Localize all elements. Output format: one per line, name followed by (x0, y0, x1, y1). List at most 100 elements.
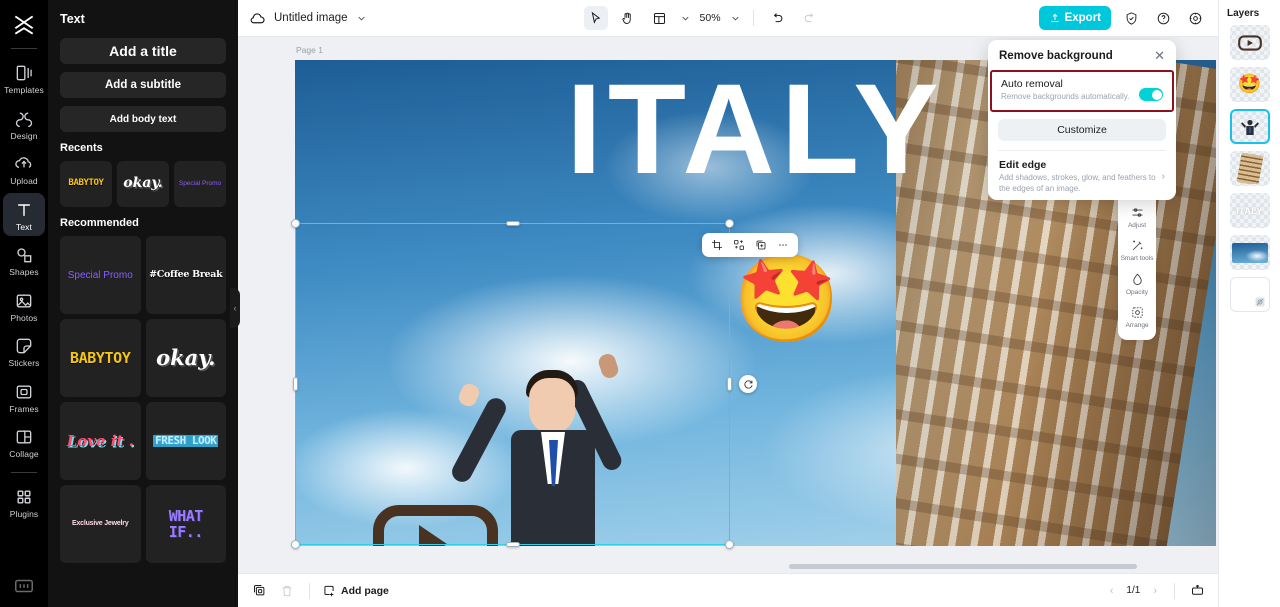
resize-handle-bottom-right[interactable] (725, 540, 734, 549)
crop-button[interactable] (707, 235, 727, 255)
resize-handle-top-right[interactable] (725, 219, 734, 228)
resize-handle-left[interactable] (293, 377, 298, 391)
add-page-button[interactable]: Add page (322, 584, 389, 598)
sky-background-layer[interactable] (1230, 235, 1270, 270)
recommended-text-preset-tile[interactable]: okay. (146, 319, 227, 397)
resize-handle-bottom[interactable] (506, 542, 520, 547)
zoom-chevron-down-icon[interactable] (730, 13, 741, 24)
sidebar-item-templates[interactable]: Templates (3, 56, 45, 100)
tower-photo-layer[interactable] (1230, 151, 1270, 186)
star-struck-emoji[interactable]: 🤩 (733, 256, 840, 342)
pages-button[interactable] (249, 581, 269, 601)
export-label: Export (1065, 12, 1101, 24)
sidebar-item-stickers[interactable]: Stickers (3, 329, 45, 373)
recommended-text-preset-tile[interactable]: Exclusive Jewelry (60, 485, 141, 563)
play-button-sticker-layer[interactable] (1230, 25, 1270, 60)
hidden-layer-icon (1254, 296, 1266, 308)
canvas-horizontal-scrollbar[interactable] (789, 564, 1137, 569)
edit-edge-row[interactable]: Edit edge Add shadows, strokes, glow, an… (988, 159, 1176, 195)
layout-chevron-down-icon[interactable] (680, 13, 691, 24)
sidebar-item-plugins[interactable]: Plugins (3, 480, 45, 524)
left-icon-rail: Templates Design Upload Text Shapes Phot… (0, 0, 48, 607)
settings-button[interactable] (1183, 6, 1207, 30)
resize-handle-top-left[interactable] (291, 219, 300, 228)
duplicate-button[interactable] (751, 235, 771, 255)
sidebar-item-label: Templates (4, 86, 44, 95)
keyboard-shortcuts-icon[interactable] (13, 575, 35, 597)
zoom-level-label[interactable]: 50% (699, 12, 722, 24)
undo-button[interactable] (766, 6, 790, 30)
recommended-text-preset-tile[interactable]: BABYTOY (60, 319, 141, 397)
recent-text-preset-tile[interactable]: okay. (117, 161, 169, 207)
smart-tools-wand-icon (1130, 238, 1145, 253)
resize-handle-bottom-left[interactable] (291, 540, 300, 549)
document-name[interactable]: Untitled image (274, 12, 348, 24)
upload-icon (14, 154, 34, 174)
person-photo-layer[interactable] (1230, 109, 1270, 144)
chevron-left-icon: ‹ (234, 303, 237, 313)
present-button[interactable] (1187, 581, 1207, 601)
sidebar-item-text[interactable]: Text (3, 193, 45, 237)
sidebar-item-upload[interactable]: Upload (3, 147, 45, 191)
tool-opacity[interactable]: Opacity (1118, 267, 1156, 300)
star-struck-emoji-layer[interactable]: 🤩 (1230, 67, 1270, 102)
add-body-text-button[interactable]: Add body text (60, 106, 226, 132)
tool-label: Smart tools (1119, 255, 1155, 262)
help-button[interactable] (1151, 6, 1175, 30)
hand-pan-tool[interactable] (616, 6, 640, 30)
capcut-logo-icon[interactable] (9, 10, 39, 40)
recommended-text-preset-tile[interactable]: WHAT IF.. (146, 485, 227, 563)
tool-adjust[interactable]: Adjust (1118, 200, 1156, 233)
canvas-stage[interactable]: Page 1 ITALY 🤩 (238, 37, 1218, 573)
resize-handle-top[interactable] (506, 221, 520, 226)
tool-arrange[interactable]: Arrange (1118, 300, 1156, 333)
add-subtitle-button[interactable]: Add a subtitle (60, 72, 226, 98)
resize-handle-right[interactable] (727, 377, 732, 391)
rotate-handle[interactable] (739, 375, 757, 393)
cloud-save-icon[interactable] (249, 10, 266, 27)
sidebar-item-photos[interactable]: Photos (3, 284, 45, 328)
recent-text-preset-tile[interactable]: BABYTOY (60, 161, 112, 207)
chevron-down-icon[interactable] (356, 13, 367, 24)
more-horizontal-icon (777, 239, 789, 251)
auto-removal-toggle[interactable] (1139, 88, 1163, 101)
shield-button[interactable] (1119, 6, 1143, 30)
play-thumb-icon (1238, 35, 1262, 51)
gear-icon (1188, 11, 1203, 26)
collage-icon (14, 427, 34, 447)
layout-resize-tool[interactable] (648, 6, 672, 30)
recommended-text-preset-tile[interactable]: FRESH LOOK (146, 402, 227, 480)
more-options-button[interactable] (773, 235, 793, 255)
sidebar-item-collage[interactable]: Collage (3, 420, 45, 464)
text-preset-label: Special Promo (68, 270, 133, 281)
panel-collapse-handle[interactable]: ‹ (230, 288, 240, 328)
toggle-knob (1152, 90, 1162, 100)
recommended-text-preset-tile[interactable]: Love it . (60, 402, 141, 480)
blank-canvas-layer[interactable] (1230, 277, 1270, 312)
prev-page-button[interactable]: ‹ (1105, 585, 1119, 597)
tower-thumb (1236, 152, 1263, 185)
auto-removal-row[interactable]: Auto removal Remove backgrounds automati… (1001, 78, 1163, 103)
auto-removal-text: Auto removal Remove backgrounds automati… (1001, 78, 1131, 103)
tool-smart-tools[interactable]: Smart tools (1118, 233, 1156, 266)
next-page-button[interactable]: › (1148, 585, 1162, 597)
recommended-text-preset-tile[interactable]: #Coffee Break (146, 236, 227, 314)
templates-icon (14, 63, 34, 83)
close-icon[interactable]: ✕ (1154, 49, 1165, 62)
cursor-select-tool[interactable] (584, 6, 608, 30)
redo-button[interactable] (798, 6, 822, 30)
italy-text-layer[interactable]: ITALY (1230, 193, 1270, 228)
selection-bounding-box[interactable] (295, 223, 730, 545)
sidebar-item-label: Frames (9, 405, 38, 414)
cutout-button[interactable] (729, 235, 749, 255)
export-button[interactable]: Export (1039, 6, 1111, 30)
add-title-button[interactable]: Add a title (60, 38, 226, 64)
customize-button[interactable]: Customize (998, 119, 1166, 141)
delete-page-button[interactable] (277, 581, 297, 601)
sidebar-item-shapes[interactable]: Shapes (3, 238, 45, 282)
sidebar-item-design[interactable]: Design (3, 102, 45, 146)
photos-icon (14, 291, 34, 311)
recommended-text-preset-tile[interactable]: Special Promo (60, 236, 141, 314)
recent-text-preset-tile[interactable]: Special Promo (174, 161, 226, 207)
sidebar-item-frames[interactable]: Frames (3, 375, 45, 419)
